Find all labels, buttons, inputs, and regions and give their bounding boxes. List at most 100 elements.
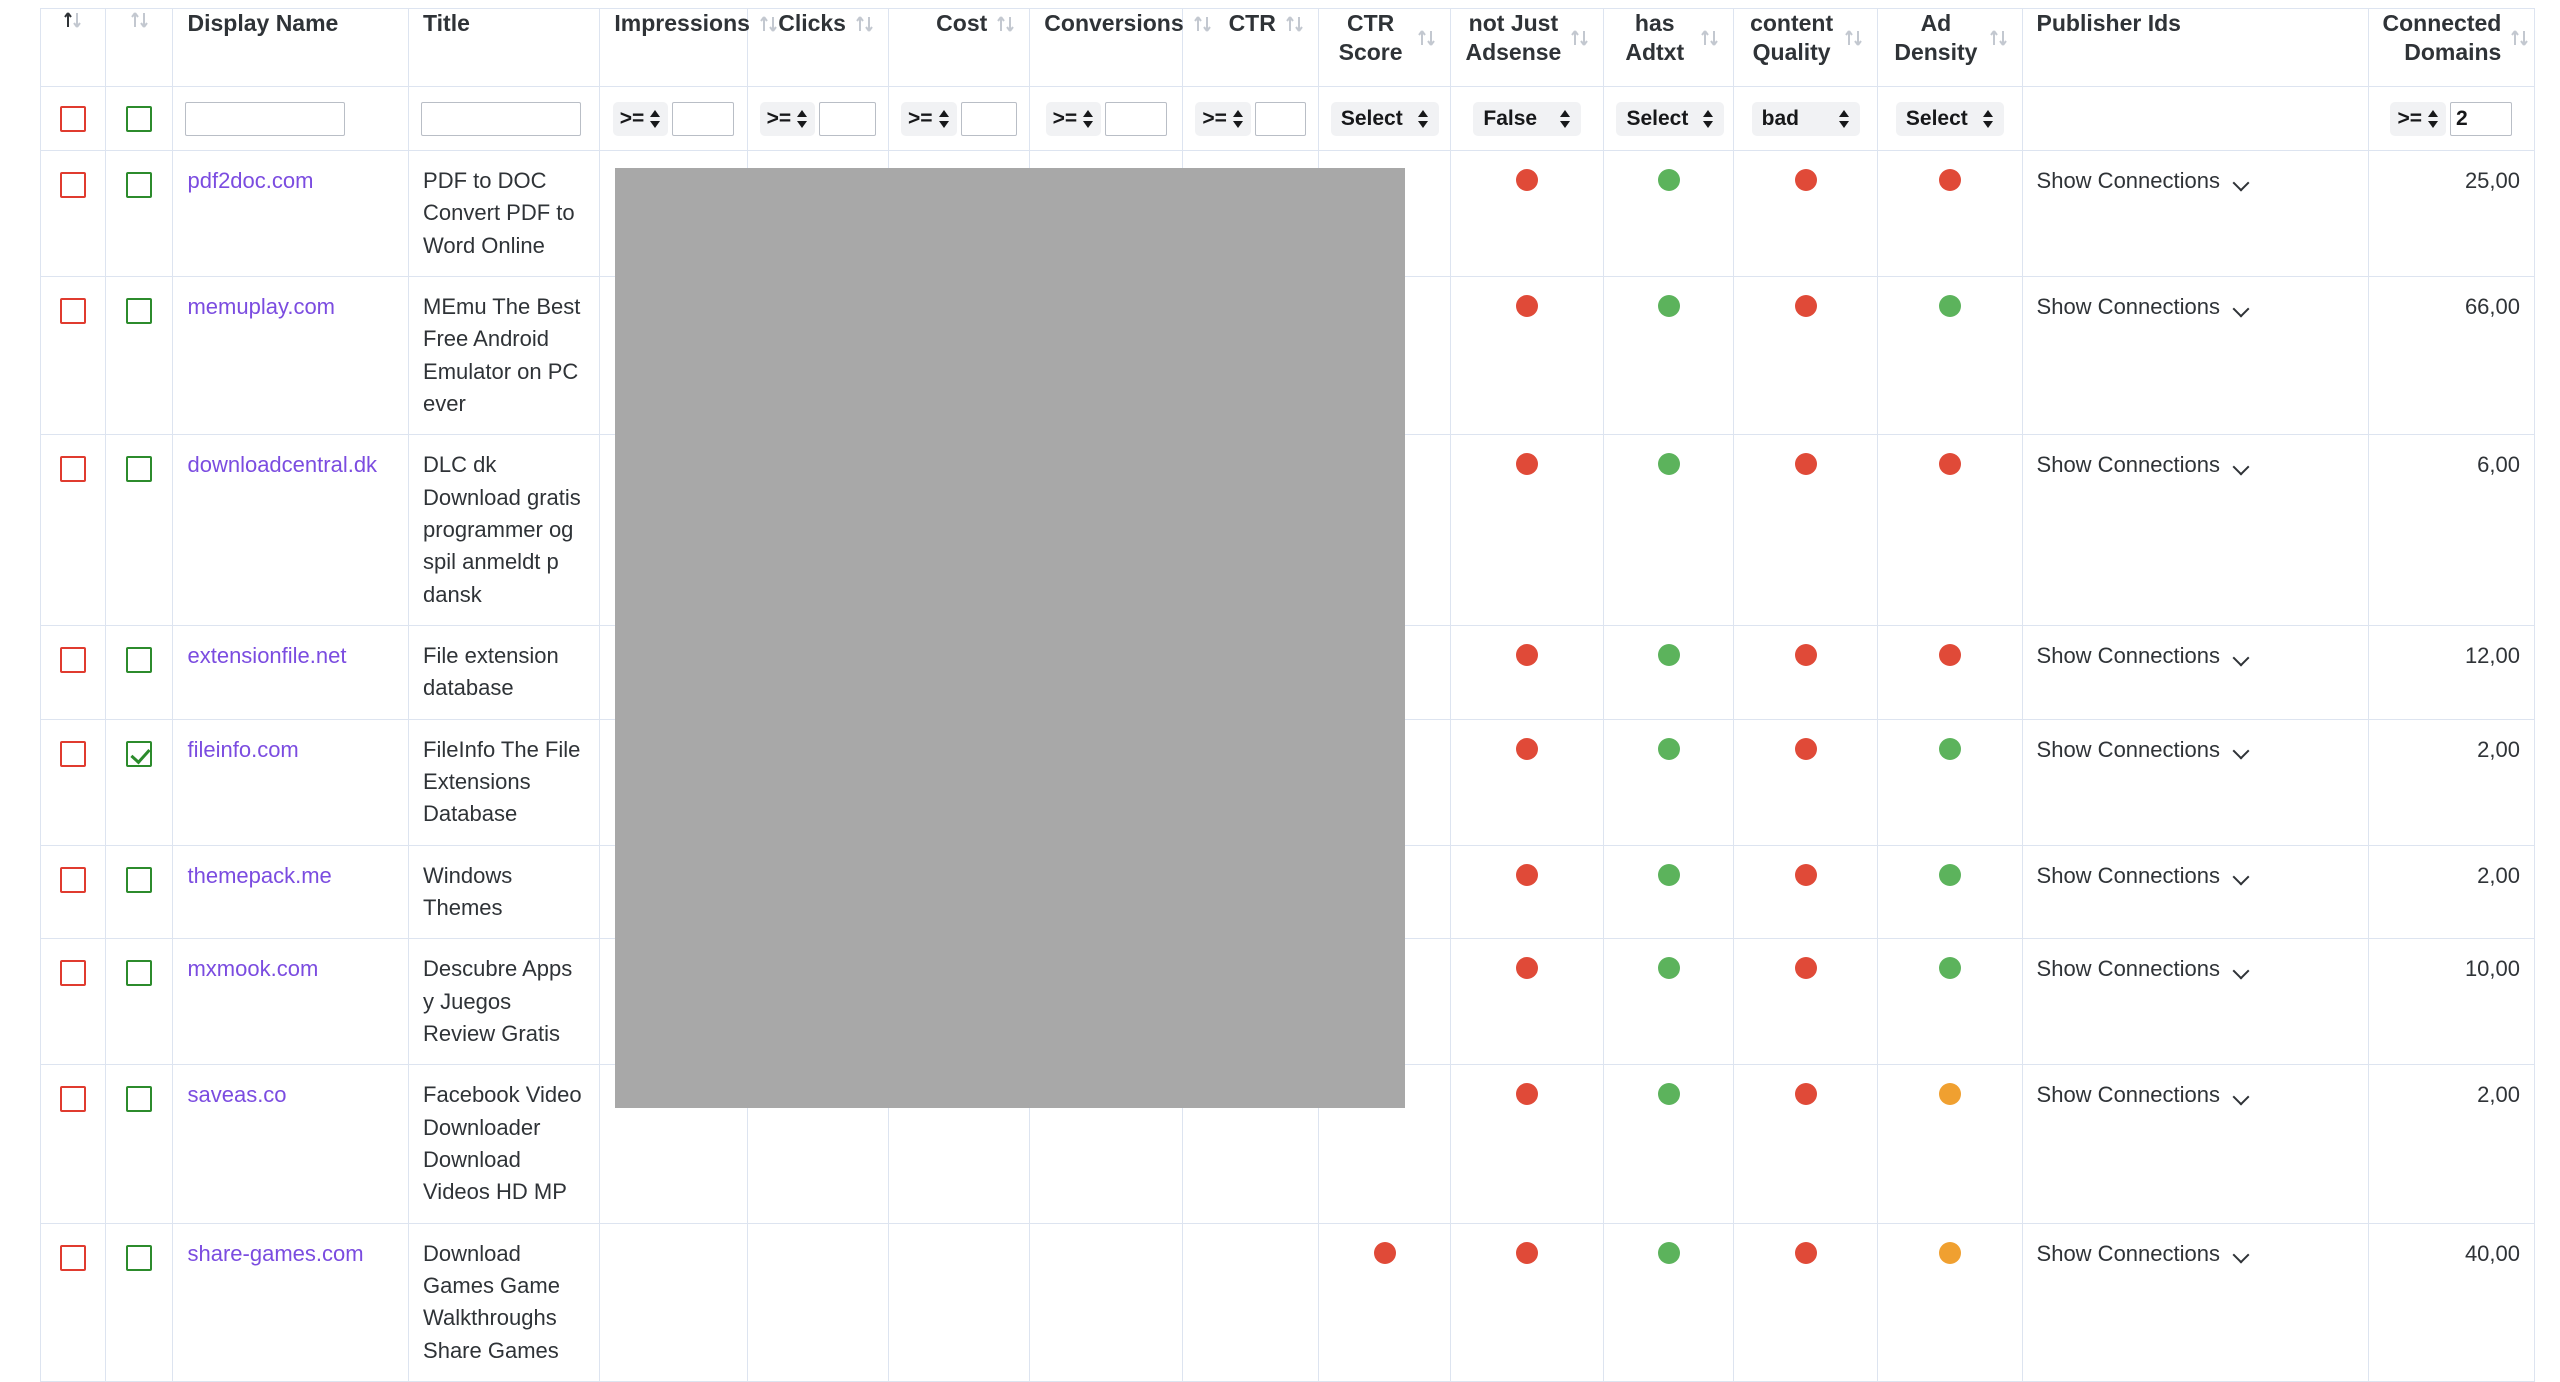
row-select-green-checkbox[interactable] xyxy=(126,172,153,199)
domain-link[interactable]: downloadcentral.dk xyxy=(187,452,377,477)
row-select-red-checkbox[interactable] xyxy=(59,298,86,325)
status-dot-orange xyxy=(1938,1083,1961,1106)
sort-icon[interactable] xyxy=(855,13,874,35)
row-select-green-checkbox[interactable] xyxy=(126,1086,153,1113)
row-select-green-checkbox[interactable] xyxy=(126,866,153,893)
column-header-has-adtxt[interactable]: has Adtxt xyxy=(1603,8,1734,87)
clicks-filter-input[interactable] xyxy=(819,101,876,136)
row-select-red-checkbox[interactable] xyxy=(59,1244,86,1271)
connected-domains-filter-input[interactable]: 2 xyxy=(2450,101,2513,136)
column-header-content-quality[interactable]: content Quality xyxy=(1732,8,1879,87)
show-connections-button[interactable]: Show Connections xyxy=(2037,640,2249,672)
column-header-ctr-score[interactable]: CTR Score xyxy=(1317,8,1452,87)
domain-link[interactable]: mxmook.com xyxy=(187,956,318,981)
impressions-filter-input[interactable] xyxy=(672,101,735,136)
display-name-cell: memuplay.com xyxy=(172,275,410,436)
row-select-red-checkbox[interactable] xyxy=(59,172,86,199)
show-connections-button[interactable]: Show Connections xyxy=(2037,449,2249,481)
column-header-not-just-adsense[interactable]: not Just Adsense xyxy=(1450,8,1605,87)
not-just-adsense-cell xyxy=(1450,150,1605,277)
publisher-ids-cell: Show Connections xyxy=(2021,275,2369,436)
ctr-operator-select[interactable]: >= xyxy=(1195,101,1251,136)
column-header-select-green[interactable] xyxy=(104,8,174,87)
ad-density-filter-select[interactable]: Select xyxy=(1895,101,2004,136)
show-connections-label: Show Connections xyxy=(2036,293,2220,319)
clicks-operator-select[interactable]: >= xyxy=(759,101,816,136)
connected-domains-cell: 40,00 xyxy=(2367,1222,2535,1382)
display-name-cell: saveas.co xyxy=(172,1064,410,1224)
sort-icon[interactable] xyxy=(1700,27,1719,49)
impressions-operator-select[interactable]: >= xyxy=(612,101,669,136)
conversions-operator-select[interactable]: >= xyxy=(1045,101,1102,136)
select-all-green-checkbox[interactable] xyxy=(126,105,153,132)
row-select-red-checkbox[interactable] xyxy=(59,647,86,674)
impressions-cell xyxy=(599,1222,748,1382)
row-select-green-checkbox[interactable] xyxy=(126,1244,153,1271)
domain-link[interactable]: fileinfo.com xyxy=(187,737,298,762)
row-select-green-checkbox[interactable] xyxy=(126,960,153,987)
publisher-ids-cell: Show Connections xyxy=(2021,938,2369,1066)
column-header-conversions[interactable]: Conversions xyxy=(1029,8,1211,87)
content-quality-cell xyxy=(1732,150,1879,277)
row-select-red-checkbox[interactable] xyxy=(59,456,86,483)
select-all-red-checkbox[interactable] xyxy=(59,105,86,132)
row-select-green-checkbox[interactable] xyxy=(126,647,153,674)
sort-icon[interactable] xyxy=(130,9,149,31)
row-select-red-checkbox[interactable] xyxy=(59,960,86,987)
domain-link[interactable]: extensionfile.net xyxy=(187,643,346,668)
not-just-adsense-filter-select[interactable]: False xyxy=(1473,101,1582,136)
column-header-impressions[interactable]: Impressions xyxy=(599,8,777,87)
domain-link[interactable]: themepack.me xyxy=(187,863,331,888)
column-header-cost[interactable]: Cost xyxy=(887,8,1031,87)
sort-icon[interactable] xyxy=(1285,13,1304,35)
show-connections-button[interactable]: Show Connections xyxy=(2037,1238,2249,1270)
row-select-red-checkbox[interactable] xyxy=(59,740,86,767)
column-header-publisher-ids[interactable]: Publisher Ids xyxy=(2021,8,2369,87)
sort-icon[interactable] xyxy=(1193,13,1212,35)
has-adtxt-filter-select[interactable]: Select xyxy=(1616,101,1725,136)
content-quality-cell xyxy=(1732,1064,1879,1224)
cost-operator-select[interactable]: >= xyxy=(900,101,957,136)
domain-link[interactable]: memuplay.com xyxy=(187,294,335,319)
sort-icon[interactable] xyxy=(1989,27,2008,49)
status-dot-red xyxy=(1516,643,1539,666)
row-select-red-checkbox[interactable] xyxy=(59,866,86,893)
show-connections-button[interactable]: Show Connections xyxy=(2037,165,2249,197)
show-connections-button[interactable]: Show Connections xyxy=(2037,860,2249,892)
column-header-select-red[interactable] xyxy=(40,8,106,87)
show-connections-button[interactable]: Show Connections xyxy=(2037,953,2249,985)
sort-icon[interactable] xyxy=(1417,27,1436,49)
column-header-ad-density[interactable]: Ad Density xyxy=(1877,8,2023,87)
ctr-score-filter-select[interactable]: Select xyxy=(1330,101,1439,136)
sort-icon[interactable] xyxy=(2510,27,2529,49)
column-label: has Adtxt xyxy=(1625,10,1685,66)
row-select-green-checkbox[interactable] xyxy=(126,456,153,483)
sort-icon[interactable] xyxy=(63,9,82,31)
domain-link[interactable]: pdf2doc.com xyxy=(187,168,313,193)
row-select-red-checkbox[interactable] xyxy=(59,1086,86,1113)
sort-icon[interactable] xyxy=(759,13,778,35)
status-dot-red xyxy=(1516,453,1539,476)
show-connections-button[interactable]: Show Connections xyxy=(2037,291,2249,323)
sort-icon[interactable] xyxy=(1570,27,1589,49)
domain-link[interactable]: share-games.com xyxy=(187,1241,363,1266)
sort-icon[interactable] xyxy=(1844,27,1863,49)
content-quality-filter-select[interactable]: bad xyxy=(1751,101,1860,136)
column-header-display-name[interactable]: Display Name xyxy=(172,8,410,87)
domain-link[interactable]: saveas.co xyxy=(187,1082,286,1107)
row-select-green-checkbox[interactable] xyxy=(126,740,153,767)
title-filter-input[interactable] xyxy=(421,101,582,136)
sort-icon[interactable] xyxy=(996,13,1015,35)
row-select-green-checkbox[interactable] xyxy=(126,298,153,325)
ad-density-cell xyxy=(1877,275,2023,436)
show-connections-button[interactable]: Show Connections xyxy=(2037,734,2249,766)
column-header-connected-domains[interactable]: Connected Domains xyxy=(2367,8,2535,87)
cost-filter-input[interactable] xyxy=(960,101,1018,136)
conversions-filter-input[interactable] xyxy=(1105,101,1168,136)
column-header-title[interactable]: Title xyxy=(408,8,601,87)
show-connections-button[interactable]: Show Connections xyxy=(2037,1079,2249,1111)
connected-domains-operator-select[interactable]: >= xyxy=(2390,101,2447,136)
not-just-adsense-cell xyxy=(1450,624,1605,720)
display-name-filter-input[interactable] xyxy=(185,101,346,136)
ctr-filter-input[interactable] xyxy=(1254,101,1306,136)
